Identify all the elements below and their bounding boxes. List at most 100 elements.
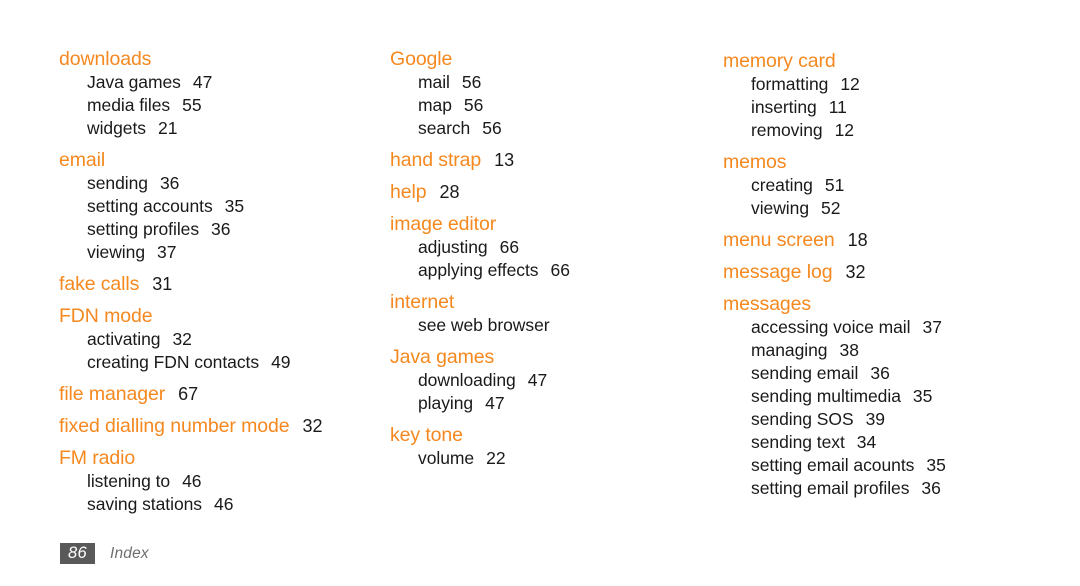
index-subentry[interactable]: playing 47 bbox=[390, 392, 666, 415]
index-subentry[interactable]: sending 36 bbox=[59, 172, 333, 195]
index-group: image editor adjusting 66 applying effects 6… bbox=[390, 213, 666, 282]
index-subentry-term: widgets bbox=[87, 118, 146, 138]
index-subentry-term: creating FDN contacts bbox=[87, 352, 260, 372]
index-group: help 28 bbox=[390, 181, 666, 204]
index-subentry[interactable]: activating 32 bbox=[59, 328, 333, 351]
index-group: fake calls 31 bbox=[59, 273, 333, 296]
index-heading-page-number: 18 bbox=[847, 230, 868, 250]
index-subentry[interactable]: setting email profiles 36 bbox=[723, 477, 1080, 500]
index-subentry-term: sending SOS bbox=[751, 409, 854, 429]
index-subentry-page-number: 11 bbox=[828, 97, 847, 117]
index-subentry[interactable]: volume 22 bbox=[390, 447, 666, 470]
index-subentry[interactable]: creating 51 bbox=[723, 174, 1080, 197]
index-subentry[interactable]: media files 55 bbox=[59, 94, 333, 117]
index-heading[interactable]: memory card bbox=[723, 50, 1080, 73]
index-subentry-page-number: 35 bbox=[926, 455, 946, 475]
index-subentry-term: viewing bbox=[87, 242, 146, 262]
index-heading[interactable]: image editor bbox=[390, 213, 666, 236]
index-subentry[interactable]: mail 56 bbox=[390, 71, 666, 94]
index-heading-term: messages bbox=[723, 293, 812, 315]
index-subentry[interactable]: sending multimedia 35 bbox=[723, 385, 1080, 408]
index-subentry-page-number: 47 bbox=[485, 393, 505, 413]
page-footer: 86 Index bbox=[60, 543, 149, 564]
index-subentry-term: viewing bbox=[751, 198, 810, 218]
index-subentry-page-number: 51 bbox=[824, 175, 845, 195]
index-subentry[interactable]: map 56 bbox=[390, 94, 666, 117]
index-subentry-term: playing bbox=[418, 393, 474, 413]
index-group: messages accessing voice mail 37 managing 38… bbox=[723, 293, 1080, 500]
index-heading[interactable]: hand strap 13 bbox=[390, 149, 666, 172]
index-heading-term: Google bbox=[390, 48, 453, 70]
index-subentry-page-number: 56 bbox=[463, 95, 484, 115]
index-group: Google mail 56 map 56 search 56 bbox=[390, 48, 666, 140]
index-subentry[interactable]: see web browser bbox=[390, 314, 666, 337]
index-heading-term: key tone bbox=[390, 424, 463, 446]
index-heading-term: image editor bbox=[390, 213, 497, 235]
index-subentry[interactable]: formatting 12 bbox=[723, 73, 1080, 96]
index-heading[interactable]: menu screen 18 bbox=[723, 229, 1080, 252]
index-heading[interactable]: Java games bbox=[390, 346, 666, 369]
index-subentry-page-number: 36 bbox=[921, 478, 941, 498]
index-subentry[interactable]: accessing voice mail 37 bbox=[723, 316, 1080, 339]
index-subentry[interactable]: saving stations 46 bbox=[59, 493, 333, 516]
index-subentry-term: downloading bbox=[418, 370, 516, 390]
index-subentry[interactable]: creating FDN contacts 49 bbox=[59, 351, 333, 374]
index-heading-page-number: 32 bbox=[845, 262, 866, 282]
index-subentry[interactable]: sending text 34 bbox=[723, 431, 1080, 454]
index-heading[interactable]: FDN mode bbox=[59, 305, 333, 328]
index-subentry-term: applying effects bbox=[418, 260, 539, 280]
index-heading[interactable]: key tone bbox=[390, 424, 666, 447]
index-subentry[interactable]: removing 12 bbox=[723, 119, 1080, 142]
index-heading[interactable]: email bbox=[59, 149, 333, 172]
index-heading-page-number: 31 bbox=[152, 274, 173, 294]
index-heading[interactable]: fake calls 31 bbox=[59, 273, 333, 296]
index-subentry-term: inserting bbox=[751, 97, 817, 117]
index-subentry-term: activating bbox=[87, 329, 161, 349]
index-heading[interactable]: FM radio bbox=[59, 447, 333, 470]
index-subentry[interactable]: viewing 52 bbox=[723, 197, 1080, 220]
index-subentry-list: sending 36 setting accounts 35 setting profi… bbox=[59, 172, 333, 264]
index-subentry[interactable]: viewing 37 bbox=[59, 241, 333, 264]
index-subentry[interactable]: adjusting 66 bbox=[390, 236, 666, 259]
index-heading-term: menu screen bbox=[723, 229, 835, 251]
index-heading[interactable]: downloads bbox=[59, 48, 333, 71]
index-subentry[interactable]: inserting 11 bbox=[723, 96, 1080, 119]
index-group: fixed dialling number mode 32 bbox=[59, 415, 333, 438]
index-heading[interactable]: memos bbox=[723, 151, 1080, 174]
index-heading-page-number: 13 bbox=[494, 150, 515, 170]
index-columns: downloads Java games 47 media files 55 widget… bbox=[0, 0, 1080, 516]
index-subentry-page-number: 34 bbox=[856, 432, 877, 452]
index-subentry[interactable]: applying effects 66 bbox=[390, 259, 666, 282]
index-subentry[interactable]: setting email acounts 35 bbox=[723, 454, 1080, 477]
index-subentry-page-number: 56 bbox=[482, 118, 502, 138]
index-heading[interactable]: message log 32 bbox=[723, 261, 1080, 284]
index-heading-term: FM radio bbox=[59, 447, 136, 469]
index-subentry[interactable]: setting profiles 36 bbox=[59, 218, 333, 241]
index-heading-term: Java games bbox=[390, 346, 495, 368]
index-subentry[interactable]: listening to 46 bbox=[59, 470, 333, 493]
index-subentry-term: setting accounts bbox=[87, 196, 213, 216]
index-subentry[interactable]: setting accounts 35 bbox=[59, 195, 333, 218]
index-heading-term: message log bbox=[723, 261, 833, 283]
index-heading-term: memory card bbox=[723, 50, 836, 72]
index-subentry[interactable]: search 56 bbox=[390, 117, 666, 140]
index-heading[interactable]: file manager 67 bbox=[59, 383, 333, 406]
index-subentry-term: mail bbox=[418, 72, 450, 92]
index-subentry[interactable]: downloading 47 bbox=[390, 369, 666, 392]
index-group: internet see web browser bbox=[390, 291, 666, 337]
index-heading[interactable]: fixed dialling number mode 32 bbox=[59, 415, 333, 438]
folio-page-number: 86 bbox=[60, 543, 95, 564]
index-subentry[interactable]: Java games 47 bbox=[59, 71, 333, 94]
index-subentry[interactable]: sending SOS 39 bbox=[723, 408, 1080, 431]
index-heading[interactable]: messages bbox=[723, 293, 1080, 316]
index-subentry-page-number: 46 bbox=[182, 471, 202, 491]
index-subentry[interactable]: sending email 36 bbox=[723, 362, 1080, 385]
index-heading[interactable]: help 28 bbox=[390, 181, 666, 204]
index-group: Java games downloading 47 playing 47 bbox=[390, 346, 666, 415]
index-subentry[interactable]: widgets 21 bbox=[59, 117, 333, 140]
index-subentry-page-number: 52 bbox=[821, 198, 841, 218]
index-heading[interactable]: Google bbox=[390, 48, 666, 71]
index-heading[interactable]: internet bbox=[390, 291, 666, 314]
index-subentry[interactable]: managing 38 bbox=[723, 339, 1080, 362]
index-subentry-term: creating bbox=[751, 175, 813, 195]
